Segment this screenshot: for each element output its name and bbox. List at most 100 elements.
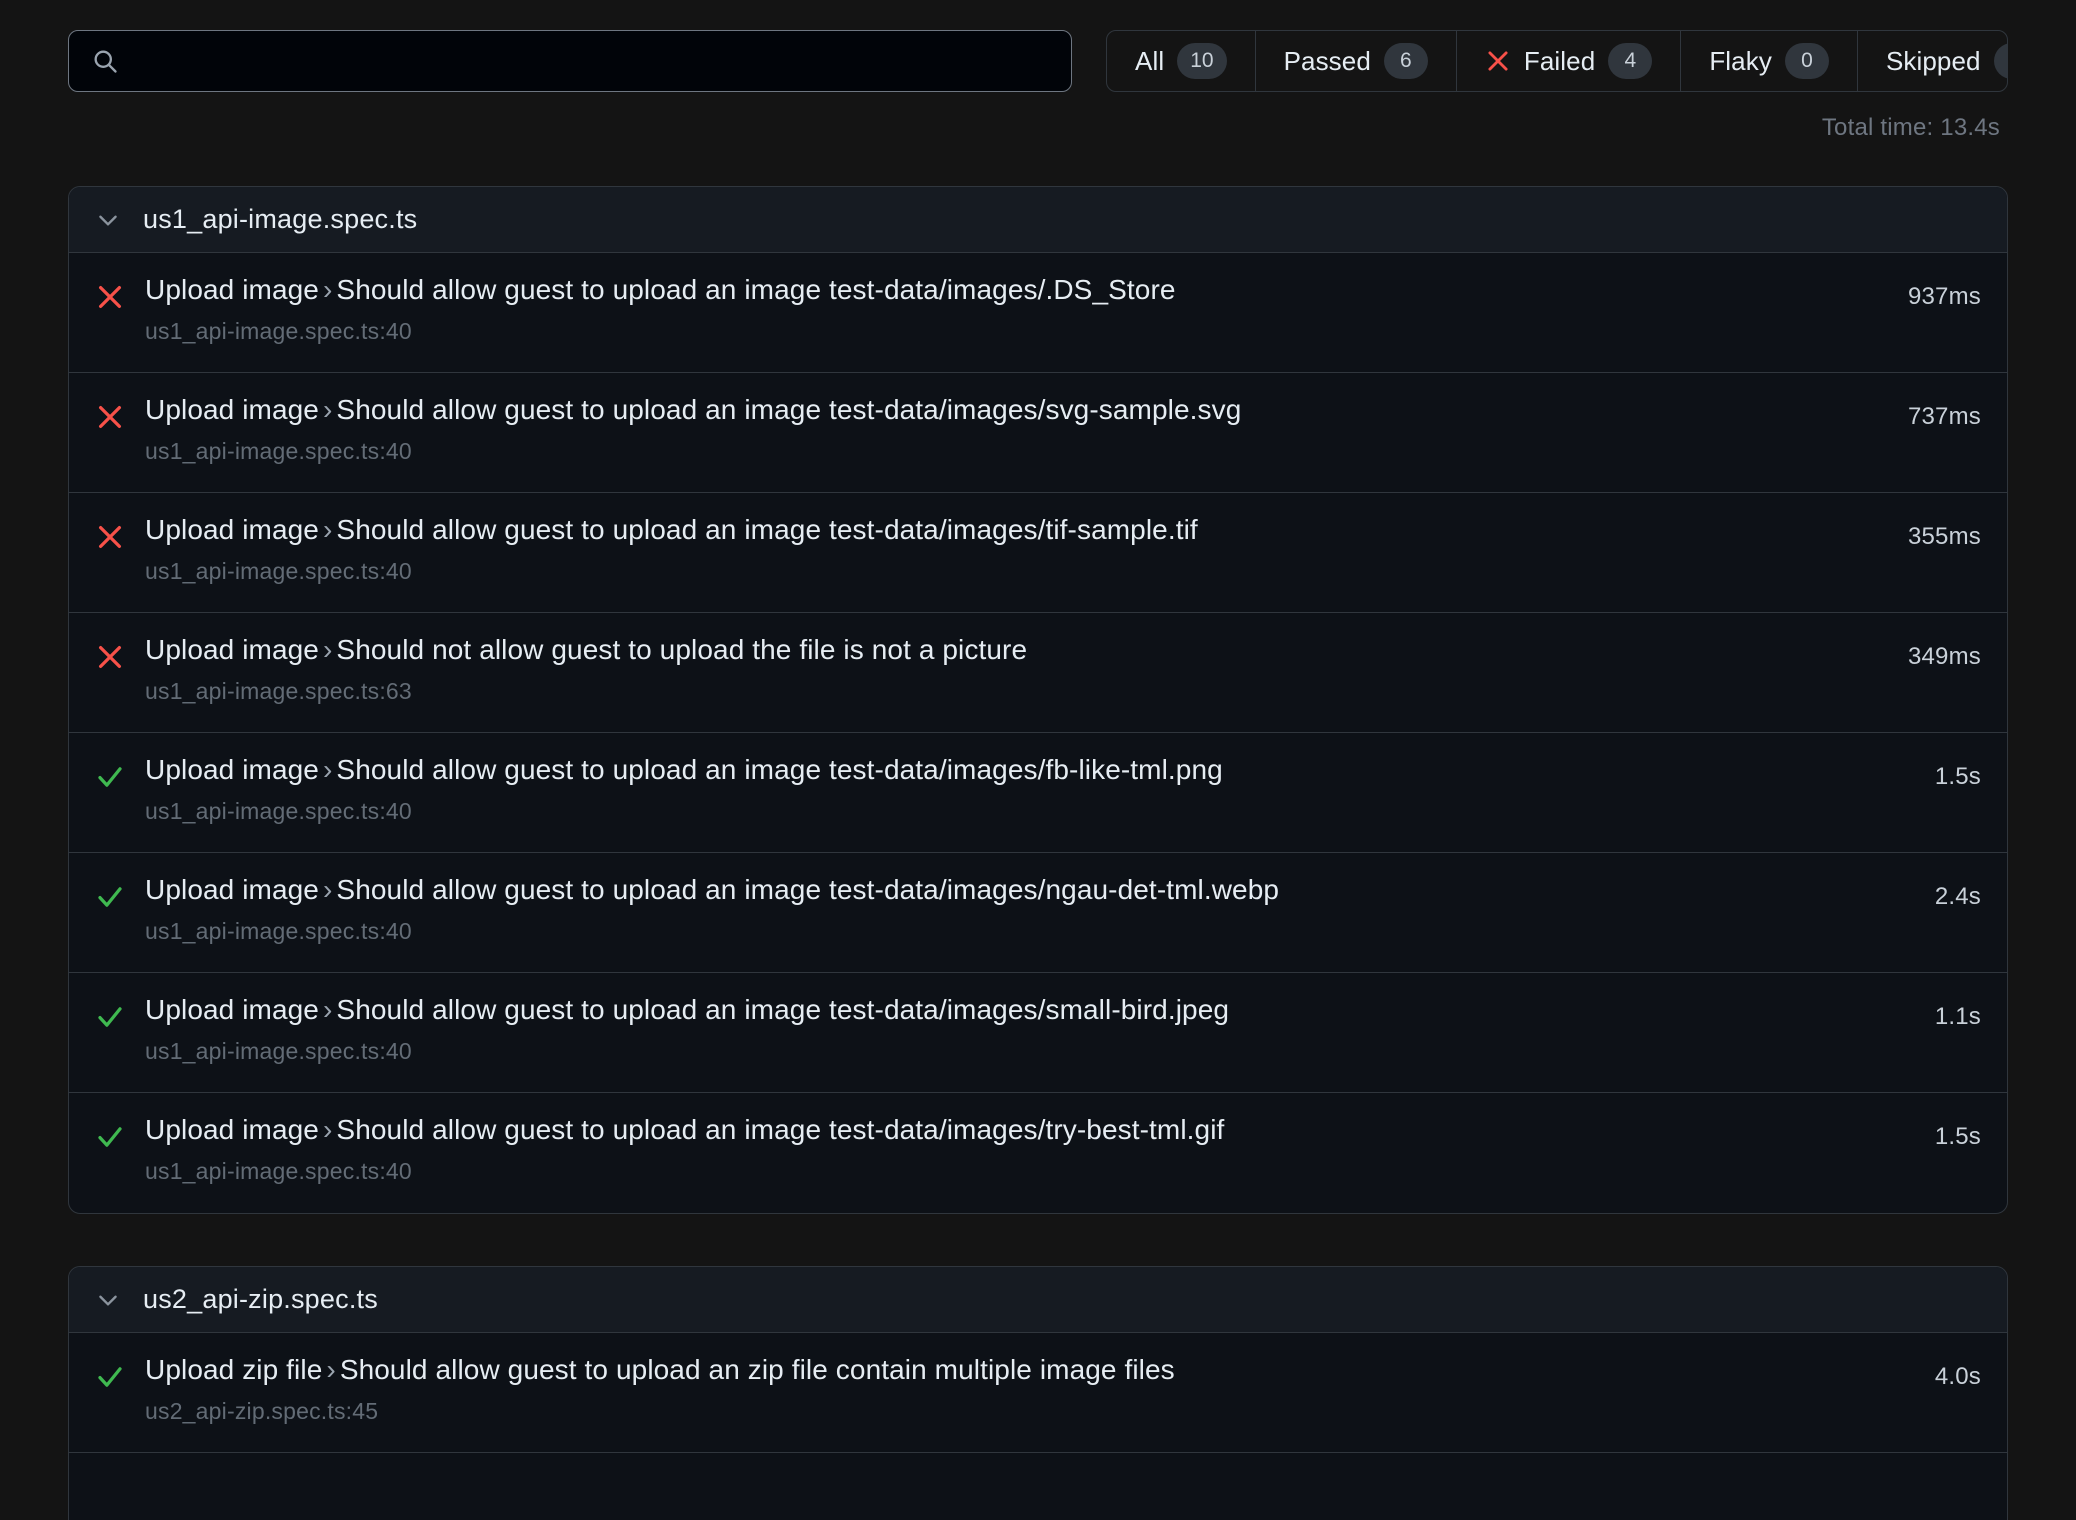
test-suite-name: Upload image (145, 394, 319, 425)
test-title: Upload zip file › Should allow guest to up… (145, 1353, 1861, 1387)
filter-tab-all-count: 10 (1177, 43, 1227, 79)
x-mark-icon (1485, 48, 1511, 74)
test-suite-name: Upload image (145, 634, 319, 665)
test-case-name: Should allow guest to upload an image te… (336, 394, 1242, 425)
test-title: Upload image › Should allow guest to uploa… (145, 873, 1861, 907)
filter-tab-skipped-label: Skipped (1885, 45, 1981, 76)
breadcrumb-separator-icon: › (326, 1354, 336, 1385)
test-file-name: us1_api-image.spec.ts (143, 204, 418, 234)
filter-tab-passed-label: Passed (1283, 45, 1371, 76)
test-duration: 4.0s (1934, 1363, 1981, 1390)
test-duration: 355ms (1907, 523, 1981, 550)
test-location: us1_api-image.spec.ts:40 (145, 438, 412, 465)
test-title: Upload image › Should allow guest to uploa… (145, 513, 1861, 547)
test-suite-name: Upload zip file (145, 1354, 323, 1385)
test-case-name: Should allow guest to upload an image te… (336, 754, 1223, 785)
test-row[interactable]: Upload image › Should allow guest to uploa… (69, 373, 2007, 493)
test-row[interactable]: Upload image › Should allow guest to uploa… (69, 853, 2007, 973)
test-title: Upload image › Should allow guest to uploa… (145, 393, 1861, 427)
test-suite-name: Upload image (145, 874, 319, 905)
filter-tab-flaky-count: 0 (1784, 43, 1829, 79)
status-failed-icon (95, 513, 125, 552)
test-title: Upload image › Should allow guest to uploa… (145, 753, 1861, 787)
test-location: us1_api-image.spec.ts:40 (145, 558, 412, 585)
test-case-name: Should allow guest to upload an image te… (336, 994, 1230, 1025)
test-row[interactable]: Upload image › Should allow guest to uploa… (69, 493, 2007, 613)
filter-tab-all[interactable]: All 10 (1107, 31, 1256, 91)
filter-tab-passed[interactable]: Passed 6 (1256, 31, 1457, 91)
test-row-body: Upload image › Should allow guest to uploa… (125, 393, 1861, 465)
test-title: Upload image › Should allow guest to uploa… (145, 993, 1861, 1027)
test-row[interactable]: Upload image › Should allow guest to uploa… (69, 973, 2007, 1093)
filter-tab-failed[interactable]: Failed 4 (1457, 31, 1682, 91)
status-passed-icon (95, 1353, 125, 1392)
test-title: Upload image › Should allow guest to uploa… (145, 273, 1861, 307)
test-location: us1_api-image.spec.ts:63 (145, 678, 412, 705)
search-input[interactable] (135, 31, 1049, 91)
test-row[interactable]: Upload image › Should not allow guest to u… (69, 613, 2007, 733)
test-row-body: Upload image › Should allow guest to uploa… (125, 753, 1861, 825)
test-duration: 1.5s (1934, 1123, 1981, 1150)
search-box[interactable] (68, 30, 1072, 92)
test-suite-name: Upload image (145, 274, 319, 305)
breadcrumb-separator-icon: › (322, 1114, 333, 1145)
test-case-name: Should allow guest to upload an zip file… (339, 1354, 1175, 1385)
test-row-body: Upload image › Should not allow guest to u… (125, 633, 1861, 705)
test-file-group: us2_api-zip.spec.ts Upload zip file › Shoul… (68, 1266, 2008, 1520)
test-row-body: Upload image › Should allow guest to uploa… (125, 1113, 1861, 1185)
test-location: us1_api-image.spec.ts:40 (145, 918, 412, 945)
status-failed-icon (95, 273, 125, 312)
toolbar: All 10 Passed 6 Failed 4 Flaky 0 Skipped (68, 0, 2008, 92)
test-row-body (95, 1473, 1861, 1484)
test-row[interactable] (69, 1453, 2007, 1520)
breadcrumb-separator-icon: › (322, 514, 333, 545)
test-row-body: Upload image › Should allow guest to uploa… (125, 993, 1861, 1065)
chevron-down-icon[interactable] (95, 1287, 121, 1313)
test-suite-name: Upload image (145, 1114, 319, 1145)
test-row-body: Upload zip file › Should allow guest to up… (125, 1353, 1861, 1425)
breadcrumb-separator-icon: › (322, 994, 333, 1025)
test-row-body: Upload image › Should allow guest to uploa… (125, 873, 1861, 945)
test-duration: 937ms (1907, 283, 1981, 310)
status-passed-icon (95, 873, 125, 912)
test-report-page: All 10 Passed 6 Failed 4 Flaky 0 Skipped… (0, 0, 2076, 1520)
status-filter-tabs: All 10 Passed 6 Failed 4 Flaky 0 Skipped (1106, 30, 2008, 92)
status-passed-icon (95, 1113, 125, 1152)
filter-tab-skipped-count: 0 (1993, 43, 2007, 79)
filter-tab-flaky-label: Flaky (1709, 45, 1772, 76)
filter-tab-failed-label: Failed (1523, 45, 1596, 76)
test-file-group-header[interactable]: us2_api-zip.spec.ts (69, 1267, 2007, 1333)
test-location: us1_api-image.spec.ts:40 (145, 1038, 412, 1065)
test-suite-name: Upload image (145, 994, 319, 1025)
total-time: Total time: 13.4s (1821, 114, 2000, 141)
breadcrumb-separator-icon: › (322, 394, 333, 425)
filter-tab-flaky[interactable]: Flaky 0 (1681, 31, 1858, 91)
filter-tab-passed-count: 6 (1383, 43, 1428, 79)
test-file-group-header[interactable]: us1_api-image.spec.ts (69, 187, 2007, 253)
breadcrumb-separator-icon: › (322, 634, 333, 665)
filter-tab-skipped[interactable]: Skipped 0 (1858, 31, 2007, 91)
status-failed-icon (95, 393, 125, 432)
search-icon (91, 47, 119, 75)
test-row[interactable]: Upload image › Should allow guest to uploa… (69, 253, 2007, 373)
test-duration: 1.5s (1934, 763, 1981, 790)
chevron-down-icon[interactable] (95, 207, 121, 233)
breadcrumb-separator-icon: › (322, 754, 333, 785)
test-case-name: Should allow guest to upload an image te… (336, 874, 1280, 905)
status-passed-icon (95, 753, 125, 792)
breadcrumb-separator-icon: › (322, 874, 333, 905)
test-case-name: Should not allow guest to upload the fil… (336, 634, 1028, 665)
test-row[interactable]: Upload image › Should allow guest to uploa… (69, 1093, 2007, 1213)
test-file-name: us2_api-zip.spec.ts (143, 1284, 378, 1314)
test-row[interactable]: Upload zip file › Should allow guest to up… (69, 1333, 2007, 1453)
test-title: Upload image › Should allow guest to uploa… (145, 1113, 1861, 1147)
filter-tab-all-label: All (1135, 45, 1165, 76)
test-file-groups: us1_api-image.spec.ts Upload image › Should… (68, 186, 2008, 1520)
test-case-name: Should allow guest to upload an image te… (336, 514, 1198, 545)
test-row-body: Upload image › Should allow guest to uploa… (125, 273, 1861, 345)
test-title: Upload image › Should not allow guest to u… (145, 633, 1861, 667)
test-duration: 2.4s (1934, 883, 1981, 910)
test-duration: 737ms (1907, 403, 1981, 430)
test-row[interactable]: Upload image › Should allow guest to uploa… (69, 733, 2007, 853)
test-suite-name: Upload image (145, 514, 319, 545)
